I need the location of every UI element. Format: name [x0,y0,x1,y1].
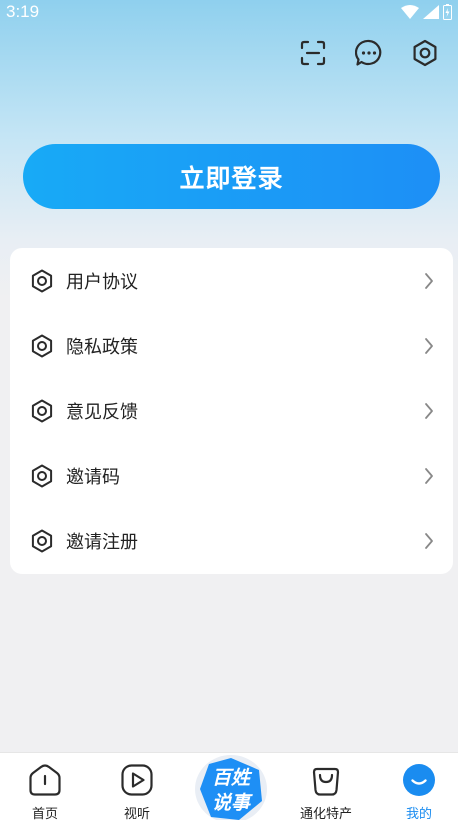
battery-icon [443,4,452,20]
tab-local-products[interactable]: 通化特产 [281,753,371,820]
top-actions [298,38,440,68]
chevron-right-icon [425,337,433,354]
chevron-right-icon [425,272,433,289]
tab-audio-video[interactable]: 视听 [92,753,182,820]
tab-label: 我的 [405,807,432,820]
menu-item-label: 意见反馈 [66,401,138,423]
play-icon [121,764,153,796]
tab-mine[interactable]: 我的 [374,753,458,820]
menu-item-label: 隐私政策 [66,336,138,358]
hexagon-icon [31,464,53,488]
menu-item-privacy-policy[interactable]: 隐私政策 [10,313,453,378]
home-icon [29,764,61,796]
status-time: 3:19 [6,2,40,21]
hexagon-icon [31,334,53,358]
message-icon[interactable] [354,38,384,68]
menu-item-invite-code[interactable]: 邀请码 [10,444,453,509]
center-logo-line1: 百姓 [211,767,250,789]
hexagon-icon [31,269,53,293]
chevron-right-icon [425,533,433,550]
settings-icon[interactable] [410,38,440,68]
scan-icon[interactable] [298,38,328,68]
chevron-right-icon [425,468,433,485]
center-logo-line2: 说事 [211,792,250,814]
status-bar: 3:19 [0,0,458,26]
tab-home[interactable]: 首页 [0,753,90,820]
signal-icon [423,5,439,19]
menu-item-user-agreement[interactable]: 用户协议 [10,248,453,313]
hexagon-icon [31,399,53,423]
menu-item-label: 邀请注册 [66,532,138,554]
menu-item-label: 用户协议 [66,271,138,293]
bag-icon [312,767,340,796]
tab-label: 通化特产 [299,807,352,820]
profile-icon [403,764,435,796]
menu-card: 用户协议 隐私政策 意见反馈 邀请码 邀请注册 [10,248,453,574]
wifi-icon [401,5,419,19]
menu-item-invite-register[interactable]: 邀请注册 [10,509,453,574]
chevron-right-icon [425,403,433,419]
menu-item-feedback[interactable]: 意见反馈 [10,378,453,443]
center-logo-button[interactable]: 百姓 说事 [195,755,267,820]
login-button[interactable]: 立即登录 [23,144,440,209]
status-icons [401,4,452,20]
tab-label: 视听 [123,807,150,820]
hexagon-icon [31,529,53,553]
tab-label: 首页 [31,807,58,820]
menu-item-label: 邀请码 [66,467,120,489]
